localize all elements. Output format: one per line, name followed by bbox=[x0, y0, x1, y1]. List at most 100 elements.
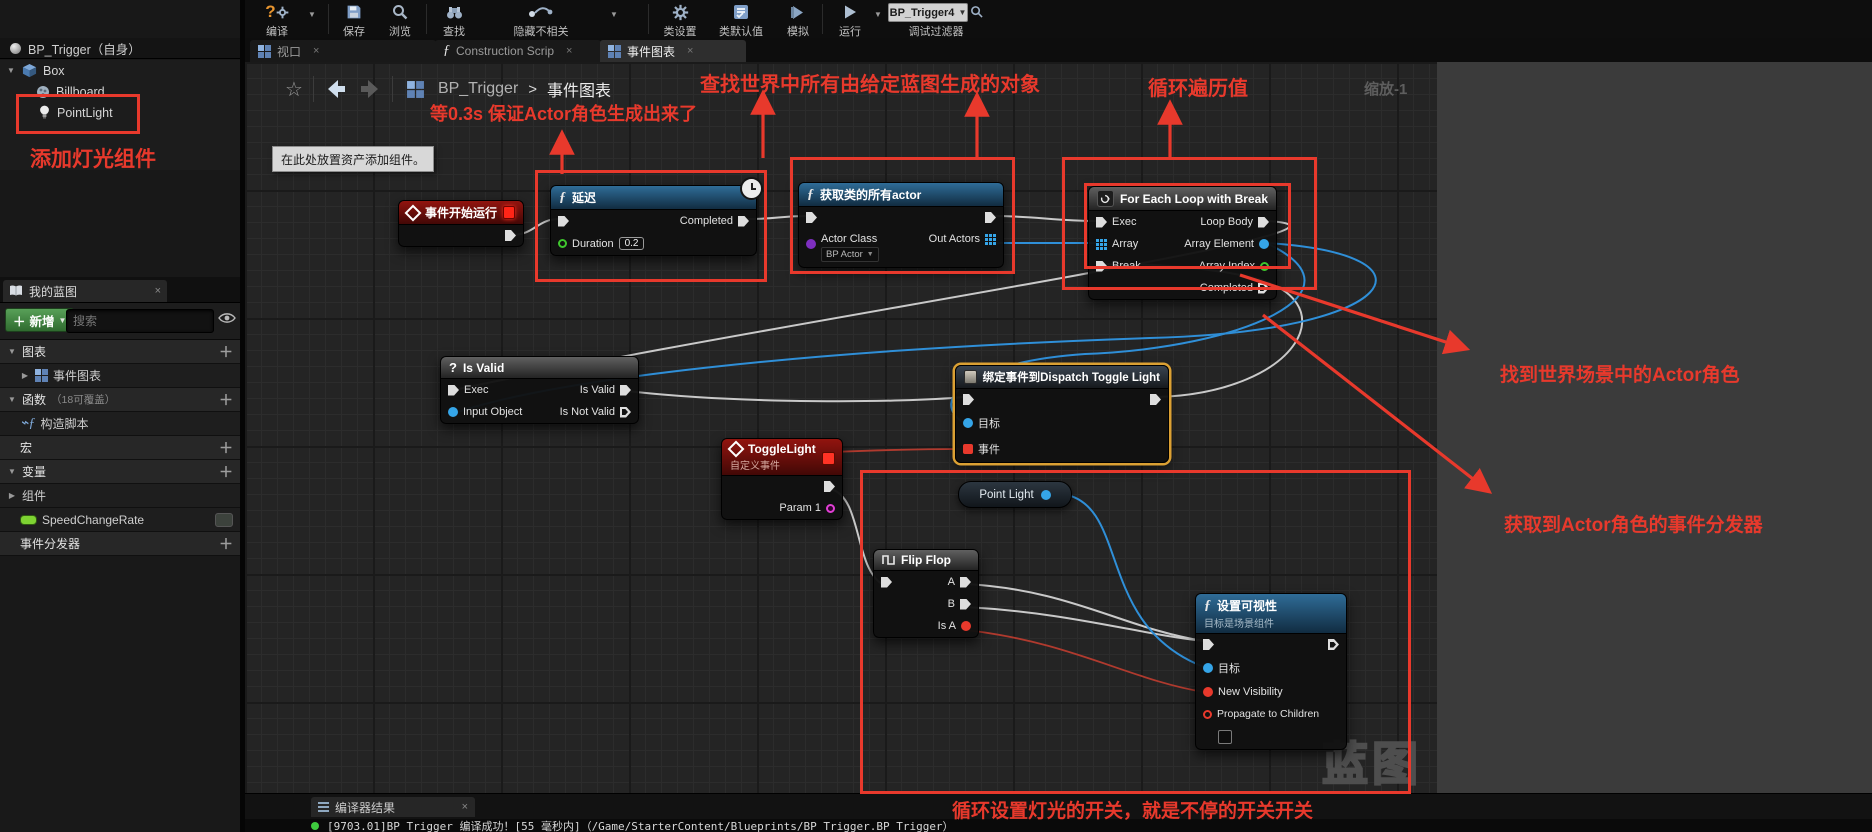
float-pin[interactable] bbox=[558, 239, 567, 248]
play-button[interactable]: 运行 bbox=[828, 2, 872, 39]
hide-unrelated-caret[interactable]: ▼ bbox=[610, 10, 618, 19]
component-billboard[interactable]: Billboard bbox=[0, 81, 240, 102]
propagate-checkbox[interactable] bbox=[1218, 730, 1232, 744]
row-components-category[interactable]: ▶ 组件 bbox=[0, 484, 240, 508]
exec-in-pin[interactable] bbox=[963, 394, 974, 405]
section-graphs[interactable]: ▼ 图表 ＋ bbox=[0, 340, 240, 364]
browse-button[interactable]: 浏览 bbox=[378, 2, 422, 39]
hide-unrelated-button[interactable]: 隐藏不相关 bbox=[482, 2, 600, 39]
delegate-out-pin[interactable] bbox=[822, 452, 835, 465]
node-point-light-variable[interactable]: Point Light bbox=[958, 481, 1072, 508]
node-set-visibility[interactable]: ƒ 设置可视性 目标是场景组件 目标 New Visibility Propag… bbox=[1195, 593, 1347, 750]
add-function-button[interactable]: ＋ bbox=[219, 390, 233, 410]
node-event-begin-play[interactable]: 事件开始运行 bbox=[398, 200, 524, 247]
add-macro-button[interactable]: ＋ bbox=[219, 438, 233, 458]
expander-icon[interactable]: ▼ bbox=[6, 66, 16, 75]
simulate-button[interactable]: 模拟 bbox=[776, 2, 820, 39]
a-out-pin[interactable] bbox=[960, 577, 971, 588]
class-defaults-button[interactable]: 类默认值 bbox=[710, 2, 772, 39]
expander-icon[interactable]: ▼ bbox=[7, 467, 17, 476]
object-out-pin[interactable] bbox=[1041, 490, 1051, 500]
breadcrumb-root[interactable]: BP_Trigger bbox=[438, 80, 518, 98]
component-self-row[interactable]: BP_Trigger（自身） bbox=[0, 38, 250, 59]
exec-in-pin[interactable] bbox=[881, 577, 892, 588]
tab-event-graph[interactable]: 事件图表 × bbox=[600, 40, 746, 62]
node-for-each-loop-with-break[interactable]: For Each Loop with Break Exec Loop Body … bbox=[1088, 186, 1277, 300]
eye-filter-icon[interactable] bbox=[218, 312, 236, 324]
node-bind-event-to-dispatch-toggle-light[interactable]: 绑定事件到Dispatch Toggle Light 目标 事件 bbox=[955, 365, 1169, 463]
array-out-pin[interactable] bbox=[985, 234, 996, 245]
expander-icon[interactable]: ▼ bbox=[7, 395, 17, 404]
exec-in-pin[interactable] bbox=[806, 212, 817, 223]
favorite-star-icon[interactable]: ☆ bbox=[285, 77, 303, 102]
row-event-graph[interactable]: ▶ 事件图表 bbox=[0, 364, 240, 388]
tab-viewport[interactable]: 视口 × bbox=[250, 40, 436, 62]
class-pin[interactable] bbox=[806, 239, 816, 249]
forward-arrow-icon[interactable] bbox=[358, 78, 382, 100]
is-not-valid-out-pin[interactable] bbox=[620, 407, 631, 418]
exec-out-pin[interactable] bbox=[1328, 639, 1339, 650]
node-delay[interactable]: ƒ 延迟 Completed Duration 0.2 bbox=[550, 185, 757, 256]
node-get-all-actors-of-class[interactable]: ƒ 获取类的所有actor Actor Class BP Actor ▼ Out… bbox=[798, 182, 1004, 268]
array-element-pin[interactable] bbox=[1259, 239, 1269, 249]
node-flip-flop[interactable]: Flip Flop A B Is A bbox=[873, 549, 979, 638]
is-valid-out-pin[interactable] bbox=[620, 385, 631, 396]
actor-class-dropdown[interactable]: BP Actor ▼ bbox=[821, 247, 879, 262]
loop-body-pin[interactable] bbox=[1258, 217, 1269, 228]
event-delegate-pin[interactable] bbox=[963, 444, 973, 454]
node-toggle-light-custom-event[interactable]: ToggleLight 自定义事件 Param 1 bbox=[721, 438, 843, 520]
expander-icon[interactable]: ▼ bbox=[7, 347, 17, 356]
debug-object-dropdown[interactable]: BP_Trigger4 ▼ bbox=[888, 3, 968, 22]
target-pin[interactable] bbox=[1203, 663, 1213, 673]
section-variables[interactable]: ▼ 变量 ＋ bbox=[0, 460, 240, 484]
my-blueprint-tab[interactable]: 我的蓝图 × bbox=[3, 280, 167, 302]
exec-out-pin[interactable] bbox=[1150, 394, 1161, 405]
compile-button[interactable]: ? 编译 bbox=[244, 2, 310, 39]
duration-value-field[interactable]: 0.2 bbox=[619, 237, 645, 250]
break-pin[interactable] bbox=[1096, 261, 1107, 272]
object-in-pin[interactable] bbox=[448, 407, 458, 417]
close-icon[interactable]: × bbox=[462, 801, 468, 813]
exec-out-pin[interactable] bbox=[505, 230, 516, 241]
expander-icon[interactable]: ▶ bbox=[7, 491, 17, 500]
b-out-pin[interactable] bbox=[960, 599, 971, 610]
row-speedchangerate-variable[interactable]: SpeedChangeRate bbox=[0, 508, 240, 532]
compile-options-caret[interactable]: ▼ bbox=[308, 10, 316, 19]
add-graph-button[interactable]: ＋ bbox=[219, 342, 233, 362]
variable-visibility-icon[interactable] bbox=[215, 513, 233, 527]
save-button[interactable]: 保存 bbox=[332, 2, 376, 39]
back-arrow-icon[interactable] bbox=[324, 78, 348, 100]
add-dispatcher-button[interactable]: ＋ bbox=[219, 534, 233, 554]
section-macros[interactable]: 宏 ＋ bbox=[0, 436, 240, 460]
array-in-pin[interactable] bbox=[1096, 239, 1107, 250]
class-settings-button[interactable]: 类设置 bbox=[654, 2, 706, 39]
component-box[interactable]: ▼ Box bbox=[0, 60, 240, 81]
exec-out-pin[interactable] bbox=[985, 212, 996, 223]
tab-construction-script[interactable]: ƒ Construction Scrip × bbox=[435, 40, 601, 62]
node-is-valid[interactable]: ? Is Valid Exec Is Valid Input Object Is… bbox=[440, 356, 639, 424]
section-event-dispatchers[interactable]: 事件分发器 ＋ bbox=[0, 532, 240, 556]
section-functions[interactable]: ▼ 函数 （18可覆盖） ＋ bbox=[0, 388, 240, 412]
row-construction-script[interactable]: ⌁ƒ 构造脚本 bbox=[0, 412, 240, 436]
close-icon[interactable]: × bbox=[155, 285, 161, 297]
compiler-results-tab[interactable]: 编译器结果 × bbox=[311, 797, 475, 817]
my-blueprint-search-input[interactable] bbox=[67, 314, 234, 328]
param-pin[interactable] bbox=[826, 504, 835, 513]
exec-in-pin[interactable] bbox=[1203, 639, 1214, 650]
close-icon[interactable]: × bbox=[687, 45, 693, 57]
exec-in-pin[interactable] bbox=[448, 385, 459, 396]
is-a-bool-pin[interactable] bbox=[961, 621, 971, 631]
array-index-pin[interactable] bbox=[1260, 262, 1269, 271]
my-blueprint-search[interactable] bbox=[66, 309, 214, 333]
exec-out-pin[interactable] bbox=[824, 481, 835, 492]
add-new-button[interactable]: ＋ 新增 ▼ bbox=[5, 308, 74, 332]
completed-pin[interactable] bbox=[1258, 283, 1269, 294]
add-variable-button[interactable]: ＋ bbox=[219, 462, 233, 482]
component-pointlight[interactable]: PointLight bbox=[0, 102, 240, 123]
play-options-caret[interactable]: ▼ bbox=[874, 10, 882, 19]
close-icon[interactable]: × bbox=[566, 45, 572, 57]
find-button[interactable]: 查找 bbox=[432, 2, 476, 39]
expander-icon[interactable]: ▶ bbox=[20, 371, 30, 380]
breadcrumb-current[interactable]: 事件图表 bbox=[547, 77, 611, 101]
propagate-pin[interactable] bbox=[1203, 710, 1212, 719]
